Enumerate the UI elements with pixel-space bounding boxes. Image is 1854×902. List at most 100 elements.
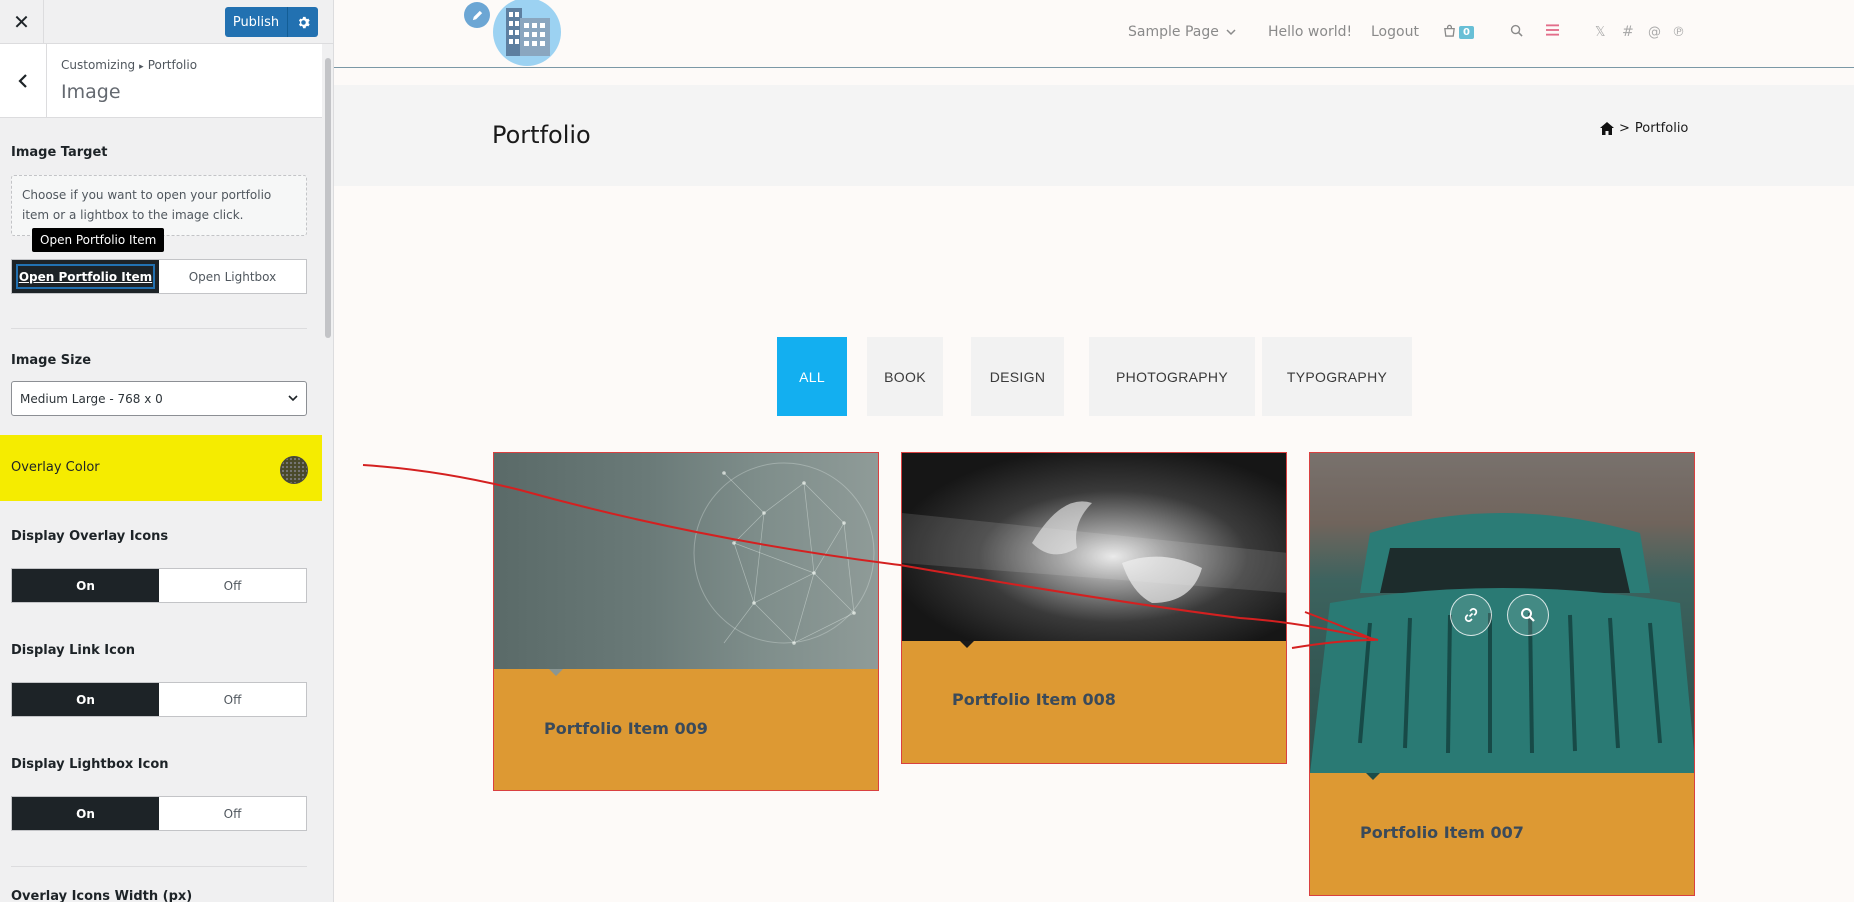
overlay-link-button[interactable] — [1450, 594, 1492, 636]
close-icon: ✕ — [13, 10, 30, 34]
filter-photography[interactable]: PHOTOGRAPHY — [1089, 337, 1255, 416]
cart-count-badge: 0 — [1459, 26, 1474, 39]
portfolio-item-card[interactable]: Portfolio Item 008 — [901, 452, 1287, 764]
scrollbar-thumb[interactable] — [325, 58, 331, 338]
home-icon[interactable] — [1600, 122, 1614, 135]
lightbox-icon-on-option[interactable]: On — [12, 797, 159, 830]
threads-icon: @ — [1648, 25, 1661, 40]
image-target-toggle: Open Portfolio Item Open Lightbox — [11, 259, 307, 294]
section-header: Customizing ▸ Portfolio Image — [0, 44, 322, 118]
breadcrumb-current: Portfolio — [1634, 121, 1689, 136]
image-size-label: Image Size — [11, 353, 92, 368]
chevron-left-icon — [18, 74, 27, 88]
breadcrumb: > Portfolio — [1600, 121, 1688, 136]
overlay-lightbox-button[interactable] — [1507, 594, 1549, 636]
overlay-color-label: Overlay Color — [11, 460, 100, 475]
overlay-color-swatch[interactable] — [280, 456, 308, 484]
caption-notch — [960, 641, 974, 648]
filter-typography[interactable]: TYPOGRAPHY — [1262, 337, 1412, 416]
site-logo[interactable] — [493, 0, 561, 66]
portfolio-item-title[interactable]: Portfolio Item 007 — [1360, 823, 1524, 842]
overlay-icons-on-option[interactable]: On — [12, 569, 159, 602]
image-size-value: Medium Large - 768 x 0 — [20, 391, 163, 406]
page-title: Portfolio — [492, 121, 591, 149]
site-preview: Sample Page Hello world! Logout 0 𝕏 # @ … — [334, 0, 1854, 902]
breadcrumb-separator: > — [1619, 121, 1630, 136]
display-link-icon-toggle: On Off — [11, 682, 307, 717]
sidebar-scrollbar[interactable] — [322, 44, 333, 902]
close-customizer-button[interactable]: ✕ — [0, 0, 44, 44]
divider — [11, 866, 307, 867]
pencil-icon — [472, 10, 482, 20]
social-x[interactable]: 𝕏 — [1595, 24, 1605, 40]
search-icon — [1510, 24, 1523, 37]
social-threads[interactable]: @ — [1648, 24, 1661, 40]
social-pinterest[interactable]: ℗ — [1672, 24, 1685, 40]
publish-settings-button[interactable] — [287, 7, 318, 37]
shopping-bag-icon — [1444, 24, 1455, 37]
pinterest-icon: ℗ — [1672, 25, 1685, 40]
building-icon — [506, 8, 550, 56]
back-button[interactable] — [0, 44, 47, 118]
open-portfolio-item-option[interactable]: Open Portfolio Item — [12, 260, 159, 293]
hands-light-icon — [902, 501, 1286, 603]
nav-logout[interactable]: Logout — [1371, 24, 1419, 40]
filter-design[interactable]: DESIGN — [971, 337, 1064, 416]
display-overlay-icons-label: Display Overlay Icons — [11, 529, 169, 544]
chevron-down-icon — [288, 395, 298, 402]
hamburger-menu-icon — [1546, 24, 1559, 36]
nav-sample-page[interactable]: Sample Page — [1128, 24, 1236, 40]
breadcrumb-separator-icon: ▸ — [139, 62, 144, 72]
divider — [11, 328, 307, 329]
breadcrumb-root: Customizing — [61, 58, 136, 72]
display-lightbox-icon-toggle: On Off — [11, 796, 307, 831]
social-slack[interactable]: # — [1622, 24, 1634, 40]
customizer-sidebar: ✕ Publish Customizing ▸ Portfolio Image Im… — [0, 0, 334, 902]
display-overlay-icons-toggle: On Off — [11, 568, 307, 603]
image-target-description: Choose if you want to open your portfoli… — [11, 175, 307, 236]
nav-hello-world[interactable]: Hello world! — [1268, 24, 1352, 40]
edit-shortcut-button[interactable] — [464, 2, 490, 28]
portfolio-item-card[interactable]: Portfolio Item 007 — [1309, 452, 1695, 896]
display-link-icon-label: Display Link Icon — [11, 643, 136, 658]
publish-button-group: Publish — [225, 7, 318, 37]
portfolio-item-image[interactable] — [902, 453, 1286, 641]
lightbox-icon-off-option[interactable]: Off — [159, 797, 306, 830]
link-icon — [1464, 608, 1478, 622]
caption-notch — [1366, 773, 1380, 780]
chevron-down-icon — [1226, 29, 1236, 36]
image-size-select[interactable]: Medium Large - 768 x 0 — [11, 381, 307, 416]
caption-notch — [549, 669, 563, 676]
portfolio-item-title[interactable]: Portfolio Item 008 — [952, 690, 1116, 709]
portfolio-item-title[interactable]: Portfolio Item 009 — [544, 719, 708, 738]
overlay-icons-width-label: Overlay Icons Width (px) — [11, 889, 193, 902]
customizer-header: ✕ Publish — [0, 0, 333, 44]
nav-search[interactable] — [1510, 24, 1523, 41]
overlay-color-control: Overlay Color — [0, 435, 322, 501]
filter-all[interactable]: ALL — [777, 337, 847, 416]
nav-menu[interactable] — [1546, 24, 1559, 40]
portfolio-item-image[interactable] — [1310, 453, 1694, 773]
nav-sample-page-label: Sample Page — [1128, 24, 1219, 40]
site-header: Sample Page Hello world! Logout 0 𝕏 # @ … — [334, 0, 1854, 68]
display-lightbox-icon-label: Display Lightbox Icon — [11, 757, 169, 772]
filter-book[interactable]: BOOK — [867, 337, 943, 416]
publish-button[interactable]: Publish — [225, 7, 287, 37]
vintage-car-icon — [1310, 453, 1694, 773]
portfolio-item-card[interactable]: Portfolio Item 009 — [493, 452, 879, 791]
page-header: Portfolio > Portfolio — [334, 85, 1854, 186]
x-icon: 𝕏 — [1595, 25, 1606, 40]
open-lightbox-option[interactable]: Open Lightbox — [159, 260, 306, 293]
link-icon-off-option[interactable]: Off — [159, 683, 306, 716]
image-target-label: Image Target — [11, 145, 108, 160]
tooltip: Open Portfolio Item — [32, 228, 165, 252]
nav-cart[interactable]: 0 — [1443, 24, 1474, 41]
breadcrumb-section: Portfolio — [147, 58, 198, 72]
overlay-icons-off-option[interactable]: Off — [159, 569, 306, 602]
section-title: Image — [61, 81, 121, 103]
network-globe-icon — [693, 462, 875, 645]
link-icon-on-option[interactable]: On — [12, 683, 159, 716]
portfolio-item-image[interactable] — [494, 453, 878, 669]
gear-icon — [298, 16, 310, 28]
search-icon — [1521, 608, 1535, 622]
